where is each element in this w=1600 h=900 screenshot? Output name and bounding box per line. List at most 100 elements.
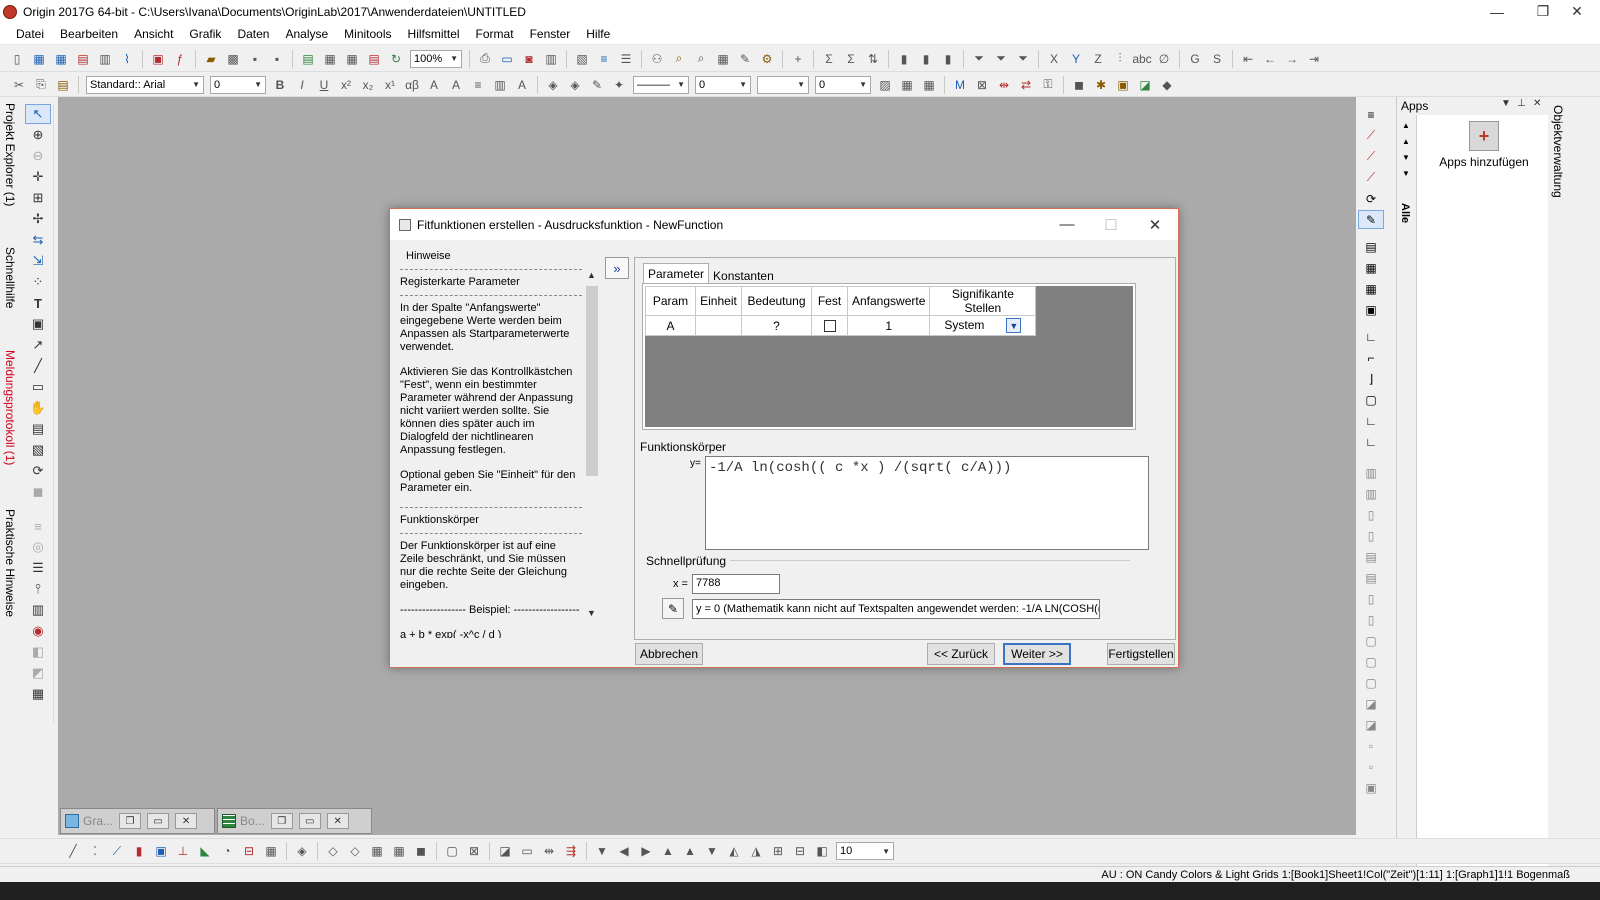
- align-11-icon[interactable]: ▢: [1358, 673, 1384, 692]
- stamp-icon[interactable]: ◩: [25, 663, 51, 683]
- align-2-icon[interactable]: ▥: [1358, 484, 1384, 503]
- record-icon[interactable]: ◉: [25, 621, 51, 641]
- hatch-icon[interactable]: ▨: [876, 76, 894, 94]
- subscript-icon[interactable]: x₂: [359, 76, 377, 94]
- grid-icon[interactable]: ▦: [920, 76, 938, 94]
- cancel-button[interactable]: Abbrechen: [635, 643, 703, 665]
- maximize-icon[interactable]: ▭: [147, 813, 170, 829]
- draw-data-icon[interactable]: ⁘: [25, 272, 51, 292]
- filter-clear-icon[interactable]: ⏷: [992, 50, 1010, 68]
- fill-color-icon[interactable]: ◈: [544, 76, 562, 94]
- border-2-icon[interactable]: ⊠: [465, 842, 483, 860]
- chevron-down-icon[interactable]: ▼: [1006, 318, 1022, 334]
- import-wizard-icon[interactable]: ▦: [321, 50, 339, 68]
- size-combo[interactable]: 10 ▼: [836, 842, 894, 860]
- minimized-graph-window[interactable]: Gra... ❐ ▭ ✕: [60, 808, 215, 834]
- export-icon[interactable]: ◙: [520, 50, 538, 68]
- group-4-icon[interactable]: ▲: [659, 842, 677, 860]
- move-right-most-icon[interactable]: ⇥: [1305, 50, 1323, 68]
- save-template-icon[interactable]: ▪: [268, 50, 286, 68]
- scatter-plot-icon[interactable]: ⁚: [86, 842, 104, 860]
- menu-minitools[interactable]: Minitools: [336, 27, 399, 41]
- pointer-icon[interactable]: ↖: [25, 104, 51, 124]
- supersubscript-icon[interactable]: x¹: [381, 76, 399, 94]
- fit-tool-icon[interactable]: ✎: [1358, 210, 1384, 229]
- menu-format[interactable]: Format: [468, 27, 522, 41]
- pin-icon[interactable]: ⫯: [25, 579, 51, 599]
- crosshair-icon[interactable]: ✛: [25, 167, 51, 187]
- image-plot-icon[interactable]: ◼: [412, 842, 430, 860]
- new-workbook-icon[interactable]: ▦: [30, 50, 48, 68]
- contour-plot-icon[interactable]: ▦: [368, 842, 386, 860]
- insert-graph-icon[interactable]: ▤: [25, 419, 51, 439]
- statistics-icon[interactable]: Σ: [842, 50, 860, 68]
- heatmap-icon[interactable]: ▦: [390, 842, 408, 860]
- group-1-icon[interactable]: ▼: [593, 842, 611, 860]
- template-icon[interactable]: ▦: [262, 842, 280, 860]
- table-icon[interactable]: ▦: [714, 50, 732, 68]
- copy-icon[interactable]: ⎘: [32, 76, 50, 94]
- set-label-icon[interactable]: abc: [1132, 50, 1151, 68]
- surface-plot-icon[interactable]: ◇: [324, 842, 342, 860]
- code-builder-icon[interactable]: ▧: [573, 50, 591, 68]
- set-group-icon[interactable]: G: [1186, 50, 1204, 68]
- zoom-out-icon[interactable]: ⊖: [25, 146, 51, 166]
- insert-image-icon[interactable]: ▧: [25, 440, 51, 460]
- tab-alle[interactable]: Alle: [1399, 203, 1411, 223]
- pattern-color-icon[interactable]: ◈: [566, 76, 584, 94]
- rectangle-tool-icon[interactable]: ▭: [25, 377, 51, 397]
- object-2-icon[interactable]: ▭: [518, 842, 536, 860]
- group-11-icon[interactable]: ◧: [813, 842, 831, 860]
- x-value-input[interactable]: 7788: [692, 574, 780, 594]
- align-6-icon[interactable]: ▤: [1358, 568, 1384, 587]
- axis-top-icon[interactable]: ⌐: [1358, 348, 1384, 367]
- import-excel-icon[interactable]: ▤: [365, 50, 383, 68]
- line-symbol-plot-icon[interactable]: ⟋: [108, 842, 126, 860]
- axis-red-1-icon[interactable]: ⟋: [1358, 126, 1384, 145]
- axis-red-2-icon[interactable]: ⟋: [1358, 147, 1384, 166]
- grab-icon[interactable]: ◼: [25, 482, 51, 502]
- finish-button[interactable]: Fertigstellen: [1107, 643, 1175, 665]
- dialog-close-button[interactable]: ✕: [1133, 209, 1177, 240]
- new-graph-icon[interactable]: ⌇: [118, 50, 136, 68]
- hints-scrollbar[interactable]: ▲ ▼: [584, 268, 600, 638]
- table-grid-icon[interactable]: ▦: [25, 684, 51, 704]
- border-icon[interactable]: ▦: [898, 76, 916, 94]
- align-10-icon[interactable]: ▢: [1358, 652, 1384, 671]
- new-notes-icon[interactable]: ▥: [96, 50, 114, 68]
- group-7-icon[interactable]: ◭: [725, 842, 743, 860]
- copy-page-icon[interactable]: ▭: [498, 50, 516, 68]
- italic-icon[interactable]: I: [293, 76, 311, 94]
- cut-icon[interactable]: ✂: [10, 76, 28, 94]
- arrow-tool-icon[interactable]: ↗: [25, 335, 51, 355]
- align-5-icon[interactable]: ▤: [1358, 547, 1384, 566]
- zoom-window-icon[interactable]: ⌕: [692, 50, 710, 68]
- bold-icon[interactable]: B: [271, 76, 289, 94]
- menu-ansicht[interactable]: Ansicht: [126, 27, 181, 41]
- tab-messages-log[interactable]: Meldungsprotokoll (1): [1, 350, 19, 465]
- close-icon[interactable]: ✕: [1533, 98, 1541, 109]
- axis-red-3-icon[interactable]: ⟋: [1358, 168, 1384, 187]
- find-icon[interactable]: ⌕: [670, 50, 688, 68]
- cell-stellen[interactable]: System ▼: [929, 315, 1037, 336]
- stack-icon[interactable]: ≡: [25, 516, 51, 536]
- layer-1-icon[interactable]: ▤: [1358, 237, 1384, 256]
- align-9-icon[interactable]: ▢: [1358, 631, 1384, 650]
- menu-fenster[interactable]: Fenster: [522, 27, 579, 41]
- lock-icon[interactable]: ⚿: [1039, 76, 1057, 94]
- menu-datei[interactable]: Datei: [8, 27, 52, 41]
- list-icon[interactable]: ☰: [25, 558, 51, 578]
- evaluate-button[interactable]: ✎: [662, 598, 684, 619]
- area-plot-icon[interactable]: ◣: [196, 842, 214, 860]
- expand-button[interactable]: »: [605, 257, 629, 279]
- border-1-icon[interactable]: ▢: [443, 842, 461, 860]
- decrease-font-icon[interactable]: A: [447, 76, 465, 94]
- tab-quick-help[interactable]: Schnellhilfe: [1, 247, 19, 308]
- zoom-combo[interactable]: 100% ▼: [410, 49, 462, 68]
- rotate-icon[interactable]: ⟳: [25, 461, 51, 481]
- group-10-icon[interactable]: ⊟: [791, 842, 809, 860]
- script-window-icon[interactable]: ☰: [617, 50, 635, 68]
- greek-icon[interactable]: αβ: [403, 76, 421, 94]
- restore-icon[interactable]: ❐: [119, 813, 142, 829]
- dialog-minimize-button[interactable]: —: [1045, 209, 1089, 240]
